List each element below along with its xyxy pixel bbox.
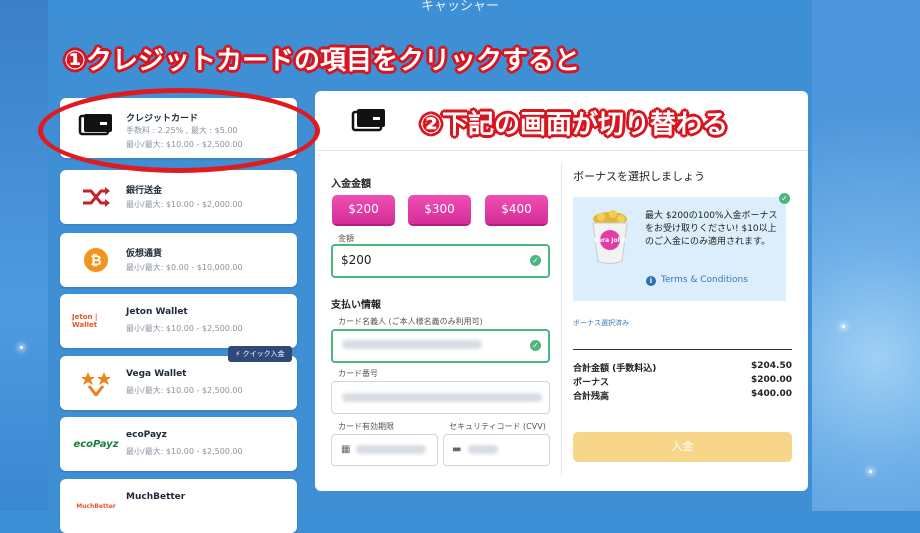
method-name: 銀行送金 xyxy=(126,186,163,196)
background-left xyxy=(0,0,48,511)
summary-label: 合計金額 (手数料込) xyxy=(573,364,657,374)
bonus-selected-label: ボーナス選択済み xyxy=(573,319,629,327)
cardholder-label: カード名義人 (ご本人様名義のみ利用可) xyxy=(338,317,483,326)
summary-value: $400.00 xyxy=(751,389,792,399)
method-name: MuchBetter xyxy=(126,492,186,502)
annotation-step1: ①クレジットカードの項目をクリックすると xyxy=(64,46,581,76)
payment-heading: 支払い情報 xyxy=(331,300,381,311)
redacted-value xyxy=(342,340,482,349)
summary-label: 合計残高 xyxy=(573,392,610,402)
star-sparkle xyxy=(869,470,872,473)
deposit-button[interactable]: 入金 xyxy=(573,432,792,462)
cvv-label: セキュリティコード (CVV) xyxy=(449,422,546,431)
card-number-label: カード番号 xyxy=(338,369,378,378)
method-limits: 最小/最大: $10.00 - $2,000.00 xyxy=(126,200,243,209)
divider xyxy=(315,150,808,151)
summary-value: $204.50 xyxy=(751,361,792,371)
info-icon: i xyxy=(646,276,656,286)
vera-john-logo: Vera John xyxy=(594,237,626,244)
bonus-heading: ボーナスを選択しましょう xyxy=(573,170,705,183)
divider xyxy=(573,349,792,350)
redacted-value xyxy=(468,445,498,454)
summary-row-balance: 合計残高 $400.00 xyxy=(573,389,792,402)
amount-heading: 入金金額 xyxy=(331,179,371,190)
page-title: キャッシャー xyxy=(420,0,499,14)
method-name: Jeton Wallet xyxy=(126,307,188,317)
muchbetter-logo: MuchBetter xyxy=(76,502,116,510)
method-limits: 最小/最大: $10.00 - $2,500.00 xyxy=(126,386,243,395)
expiry-label: カード有効期限 xyxy=(338,422,394,431)
summary-label: ボーナス xyxy=(573,378,610,388)
amount-preset-button[interactable]: $200 xyxy=(332,195,395,224)
amount-value: $200 xyxy=(341,253,372,267)
terms-link[interactable]: Terms & Conditions xyxy=(661,275,748,285)
method-name: ecoPayz xyxy=(126,430,167,440)
quick-deposit-badge: ⚡ クイック入金 xyxy=(228,346,292,362)
redacted-value xyxy=(342,393,542,402)
divider xyxy=(561,163,562,475)
check-icon: ✓ xyxy=(530,255,541,266)
method-jeton-wallet[interactable]: Jeton | Wallet Jeton Wallet 最小/最大: $10.0… xyxy=(60,294,297,348)
method-ecopayz[interactable]: ecoPayz ecoPayz 最小/最大: $10.00 - $2,500.0… xyxy=(60,417,297,471)
method-bank-transfer[interactable]: 銀行送金 最小/最大: $10.00 - $2,000.00 xyxy=(60,170,297,224)
summary-value: $200.00 xyxy=(751,375,792,385)
lightning-icon: ⚡ xyxy=(235,350,241,358)
jeton-logo: Jeton | Wallet xyxy=(72,313,98,329)
amount-preset-button[interactable]: $300 xyxy=(408,195,471,224)
redacted-value xyxy=(356,445,426,454)
check-icon: ✓ xyxy=(530,340,541,351)
shuffle-icon xyxy=(72,184,120,210)
background-right xyxy=(812,0,920,511)
vega-logo-icon xyxy=(72,370,120,396)
method-muchbetter[interactable]: MuchBetter MuchBetter xyxy=(60,479,297,533)
svg-text:₿: ₿ xyxy=(90,253,101,269)
method-vega-wallet[interactable]: Vega Wallet 最小/最大: $10.00 - $2,500.00 xyxy=(60,356,297,410)
credit-card-icon xyxy=(351,107,387,137)
bonus-description: 最大 $200の100%入金ボーナスをお受け取りください! $10以上のご入金に… xyxy=(645,211,778,247)
method-limits: 最小/最大: $10.00 - $2,500.00 xyxy=(126,447,243,456)
calendar-icon: ▦ xyxy=(341,444,351,455)
bonus-bucket-image: Vera John xyxy=(585,209,635,271)
bitcoin-icon: ₿ xyxy=(72,247,120,273)
ecopayz-logo: ecoPayz xyxy=(73,438,119,450)
star-sparkle xyxy=(20,346,23,349)
amount-preset-button[interactable]: $400 xyxy=(485,195,548,224)
star-sparkle xyxy=(842,325,845,328)
summary-row-bonus: ボーナス $200.00 xyxy=(573,375,792,388)
method-limits: 最小/最大: $10.00 - $2,500.00 xyxy=(126,324,243,333)
card-icon: ▬ xyxy=(452,444,462,455)
summary-row-total: 合計金額 (手数料込) $204.50 xyxy=(573,361,792,374)
highlight-ellipse xyxy=(38,88,320,173)
badge-label: クイック入金 xyxy=(242,350,285,358)
amount-label: 金額 xyxy=(338,234,354,243)
method-name: Vega Wallet xyxy=(126,369,187,379)
method-name: 仮想通貨 xyxy=(126,249,163,259)
annotation-step2: ②下記の画面が切り替わる xyxy=(420,110,729,140)
method-crypto[interactable]: ₿ 仮想通貨 最小/最大: $0.00 - $10,000.00 xyxy=(60,233,297,287)
bonus-selected-check-icon: ✓ xyxy=(779,193,790,204)
method-limits: 最小/最大: $0.00 - $10,000.00 xyxy=(126,263,243,272)
